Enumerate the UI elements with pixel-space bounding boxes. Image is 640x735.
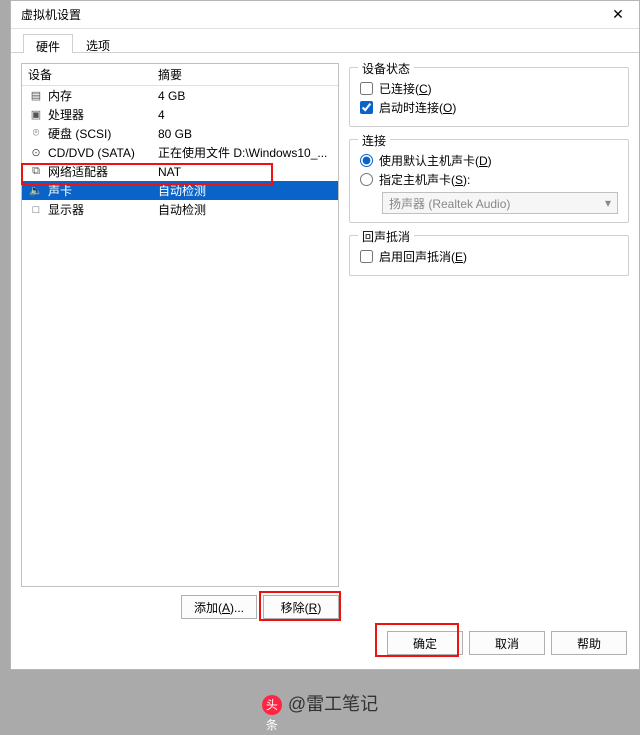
add-button[interactable]: 添加(A)... — [181, 595, 257, 619]
checkbox-echo-input[interactable] — [360, 250, 373, 263]
checkbox-connected-input[interactable] — [360, 82, 373, 95]
hardware-row[interactable]: ▤ 内存 4 GB — [22, 86, 338, 105]
device-icon: ⊙ — [28, 146, 44, 160]
hardware-row[interactable]: ⧉ 网络适配器 NAT — [22, 162, 338, 181]
hardware-row[interactable]: 🔈 声卡 自动检测 — [22, 181, 338, 200]
device-icon: ⌾ — [28, 127, 44, 141]
hardware-row[interactable]: ⊙ CD/DVD (SATA) 正在使用文件 D:\Windows10_... — [22, 143, 338, 162]
device-icon: ⧉ — [28, 165, 44, 179]
device-summary: 4 — [158, 108, 332, 122]
device-name: 处理器 — [48, 106, 84, 123]
device-summary: 正在使用文件 D:\Windows10_... — [158, 144, 332, 161]
ok-button[interactable]: 确定 — [387, 631, 463, 655]
checkbox-connected[interactable]: 已连接(C) — [360, 80, 618, 97]
chevron-down-icon: ▾ — [605, 196, 611, 210]
radio-specify[interactable]: 指定主机声卡(S): — [360, 171, 618, 188]
device-name: 显示器 — [48, 201, 84, 218]
device-summary: 80 GB — [158, 127, 332, 141]
legend-device-status: 设备状态 — [358, 60, 414, 77]
hardware-row[interactable]: □ 显示器 自动检测 — [22, 200, 338, 219]
hardware-panel: 设备 摘要 ▤ 内存 4 GB ▣ 处理器 4 ⌾ 硬盘 (SCSI) 80 GB ⊙ CD/DVD… — [21, 63, 339, 629]
device-summary: 自动检测 — [158, 201, 332, 218]
device-icon: □ — [28, 203, 44, 217]
device-icon: ▣ — [28, 108, 44, 122]
settings-panel: 设备状态 已连接(C) 启动时连接(O) 连接 使用默认主机声卡(D) — [349, 63, 629, 629]
checkbox-connect-poweron-input[interactable] — [360, 101, 373, 114]
watermark-author: @雷工笔记 — [288, 694, 378, 714]
device-summary: 自动检测 — [158, 182, 332, 199]
radio-use-default-input[interactable] — [360, 154, 373, 167]
checkbox-echo[interactable]: 启用回声抵消(E) — [360, 248, 618, 265]
toutiao-logo-icon: 头条 — [262, 695, 282, 715]
cancel-button[interactable]: 取消 — [469, 631, 545, 655]
hardware-list[interactable]: 设备 摘要 ▤ 内存 4 GB ▣ 处理器 4 ⌾ 硬盘 (SCSI) 80 GB ⊙ CD/DVD… — [21, 63, 339, 587]
window-title: 虚拟机设置 — [21, 6, 603, 23]
device-summary: 4 GB — [158, 89, 332, 103]
tab-strip: 硬件 选项 — [11, 29, 639, 53]
close-icon[interactable]: ✕ — [603, 6, 633, 23]
tab-hardware[interactable]: 硬件 — [23, 34, 73, 53]
hardware-row[interactable]: ⌾ 硬盘 (SCSI) 80 GB — [22, 124, 338, 143]
dialog-footer: 确定 取消 帮助 — [11, 629, 639, 669]
device-name: 网络适配器 — [48, 163, 108, 180]
remove-button[interactable]: 移除(R) — [263, 595, 339, 619]
group-echo: 回声抵消 启用回声抵消(E) — [349, 235, 629, 276]
help-button[interactable]: 帮助 — [551, 631, 627, 655]
titlebar: 虚拟机设置 ✕ — [11, 1, 639, 29]
radio-use-default[interactable]: 使用默认主机声卡(D) — [360, 152, 618, 169]
device-name: 内存 — [48, 87, 72, 104]
group-device-status: 设备状态 已连接(C) 启动时连接(O) — [349, 67, 629, 127]
tab-options[interactable]: 选项 — [73, 33, 123, 52]
hardware-row[interactable]: ▣ 处理器 4 — [22, 105, 338, 124]
hardware-actions: 添加(A)... 移除(R) — [21, 587, 339, 629]
col-header-summary: 摘要 — [152, 64, 338, 85]
device-name: CD/DVD (SATA) — [48, 146, 135, 160]
host-sound-device-value: 扬声器 (Realtek Audio) — [389, 195, 510, 212]
legend-echo: 回声抵消 — [358, 228, 414, 245]
device-name: 硬盘 (SCSI) — [48, 125, 111, 142]
device-summary: NAT — [158, 165, 332, 179]
col-header-device: 设备 — [22, 64, 152, 85]
device-icon: ▤ — [28, 89, 44, 103]
radio-specify-input[interactable] — [360, 173, 373, 186]
group-connection: 连接 使用默认主机声卡(D) 指定主机声卡(S): 扬声器 (Realtek A… — [349, 139, 629, 223]
device-icon: 🔈 — [28, 184, 44, 198]
device-name: 声卡 — [48, 182, 72, 199]
checkbox-connect-poweron[interactable]: 启动时连接(O) — [360, 99, 618, 116]
vm-settings-dialog: 虚拟机设置 ✕ 硬件 选项 设备 摘要 ▤ 内存 4 GB ▣ 处理器 4 ⌾ 硬盘 (SCS… — [10, 0, 640, 670]
host-sound-device-select[interactable]: 扬声器 (Realtek Audio) ▾ — [382, 192, 618, 214]
legend-connection: 连接 — [358, 132, 390, 149]
watermark: 头条 @雷工笔记 — [0, 690, 640, 716]
